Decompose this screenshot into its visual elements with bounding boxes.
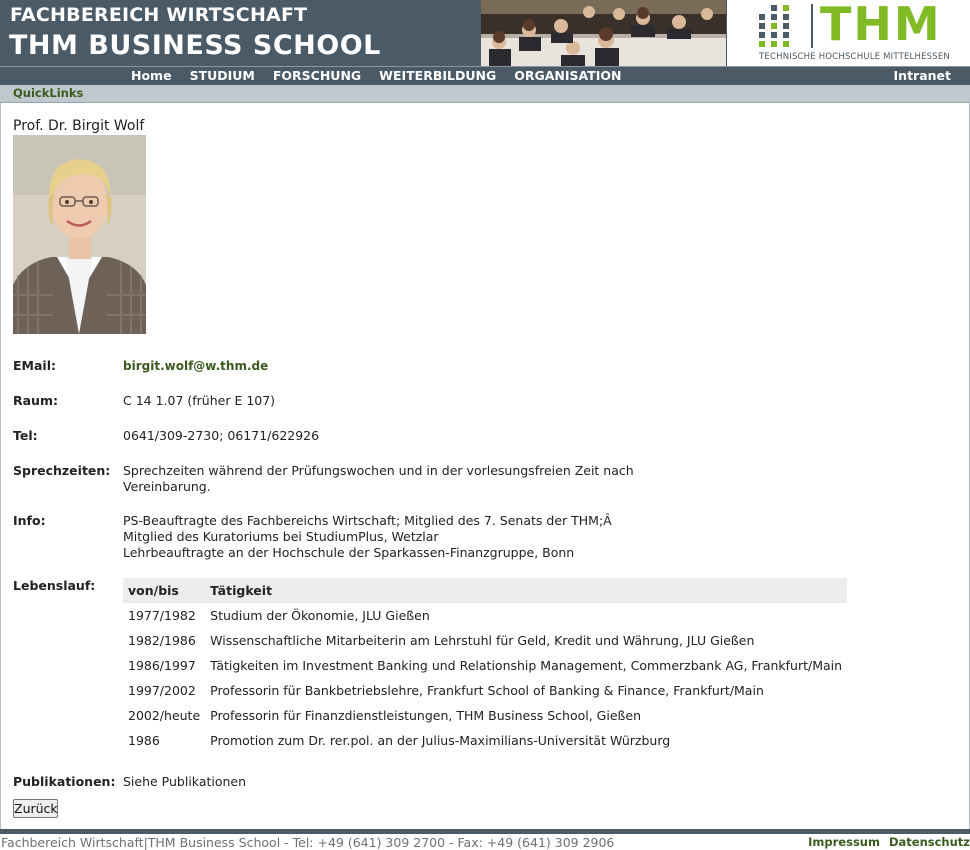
office-hours-value: Sprechzeiten während der Prüfungswochen … (123, 463, 634, 495)
site-footer: Fachbereich Wirtschaft|THM Business Scho… (0, 834, 970, 850)
cv-period: 1982/1986 (128, 633, 196, 648)
faculty-title[interactable]: FACHBEREICH WIRTSCHAFT (10, 4, 307, 26)
cv-table: von/bis Tätigkeit 1977/1982 Studium der … (123, 578, 848, 753)
nav-item-organisation[interactable]: ORGANISATION (514, 68, 621, 83)
cv-table-header-row: von/bis Tätigkeit (123, 578, 848, 603)
tel-value: 0641/309-2730; 06171/622926 (123, 428, 320, 443)
footer-link-impressum[interactable]: Impressum (808, 835, 880, 849)
office-hours-line: Vereinbarung. (123, 479, 211, 494)
publications-label: Publikationen: (13, 774, 116, 789)
info-line: PS-Beauftragte des Fachbereichs Wirtscha… (123, 513, 612, 528)
nav-item-weiterbildung[interactable]: WEITERBILDUNG (379, 68, 496, 83)
cv-activity: Professorin für Finanzdienstleistungen, … (210, 708, 642, 723)
cv-header-period: von/bis (123, 578, 206, 603)
nav-item-forschung[interactable]: FORSCHUNG (273, 68, 361, 83)
nav-item-studium[interactable]: STUDIUM (190, 68, 255, 83)
table-row: 1977/1982 Studium der Ökonomie, JLU Gieß… (123, 603, 847, 628)
thm-logo[interactable]: THM TECHNISCHE HOCHSCHULE MITTELHESSEN (727, 0, 970, 66)
thm-logo-icon (759, 5, 789, 47)
table-row: 1986/1997 Tätigkeiten im Investment Bank… (123, 653, 847, 678)
cv-activity: Professorin für Bankbetriebslehre, Frank… (210, 683, 764, 698)
nav-item-intranet[interactable]: Intranet (894, 68, 951, 83)
cv-label: Lebenslauf: (13, 578, 96, 593)
info-value: PS-Beauftragte des Fachbereichs Wirtscha… (123, 513, 612, 561)
portrait-photo (13, 135, 146, 334)
email-link[interactable]: birgit.wolf@w.thm.de (123, 359, 268, 373)
tel-label: Tel: (13, 428, 38, 443)
room-value: C 14 1.07 (früher E 107) (123, 393, 276, 408)
header-photo-students (481, 0, 726, 66)
cv-activity: Tätigkeiten im Investment Banking und Re… (210, 658, 843, 673)
quicklinks-link[interactable]: QuickLinks (13, 86, 83, 100)
site-header: FACHBEREICH WIRTSCHAFT THM BUSINESS SCHO… (0, 0, 970, 66)
cv-period: 1986/1997 (128, 658, 196, 673)
email-label: EMail: (13, 358, 56, 373)
main-nav: Home STUDIUM FORSCHUNG WEITERBILDUNG ORG… (0, 66, 970, 85)
quicklinks-bar: QuickLinks (0, 85, 970, 103)
nav-item-home[interactable]: Home (131, 68, 172, 83)
info-line: Lehrbeauftragte an der Hochschule der Sp… (123, 545, 575, 560)
office-hours-label: Sprechzeiten: (13, 463, 111, 478)
info-line: Mitglied des Kuratoriums bei StudiumPlus… (123, 529, 439, 544)
thm-logo-divider (811, 4, 813, 48)
school-title[interactable]: THM BUSINESS SCHOOL (9, 30, 381, 61)
back-button[interactable]: Zurück (13, 799, 58, 818)
footer-link-datenschutz[interactable]: Datenschutz (889, 835, 970, 849)
cv-activity: Studium der Ökonomie, JLU Gießen (210, 608, 430, 623)
table-row: 1986 Promotion zum Dr. rer.pol. an der J… (123, 728, 847, 753)
table-row: 1997/2002 Professorin für Bankbetriebsle… (123, 678, 847, 703)
thm-logo-subtitle: TECHNISCHE HOCHSCHULE MITTELHESSEN (759, 52, 950, 62)
cv-period: 1977/1982 (128, 608, 196, 623)
footer-contact-text: Fachbereich Wirtschaft|THM Business Scho… (1, 835, 615, 850)
room-label: Raum: (13, 393, 58, 408)
cv-period: 2002/heute (128, 708, 201, 723)
table-row: 1982/1986 Wissenschaftliche Mitarbeiteri… (123, 628, 847, 653)
publications-value: Siehe Publikationen (123, 774, 247, 789)
email-value: birgit.wolf@w.thm.de (123, 358, 268, 374)
cv-header-activity: Tätigkeit (205, 578, 848, 603)
table-row: 2002/heute Professorin für Finanzdienstl… (123, 703, 847, 728)
thm-logo-text: THM (820, 0, 942, 51)
info-label: Info: (13, 513, 46, 528)
person-name: Prof. Dr. Birgit Wolf (13, 118, 145, 134)
cv-activity: Wissenschaftliche Mitarbeiterin am Lehrs… (210, 633, 755, 648)
cv-activity: Promotion zum Dr. rer.pol. an der Julius… (210, 733, 671, 748)
cv-period: 1986 (128, 733, 160, 748)
office-hours-line: Sprechzeiten während der Prüfungswochen … (123, 463, 634, 478)
cv-period: 1997/2002 (128, 683, 196, 698)
